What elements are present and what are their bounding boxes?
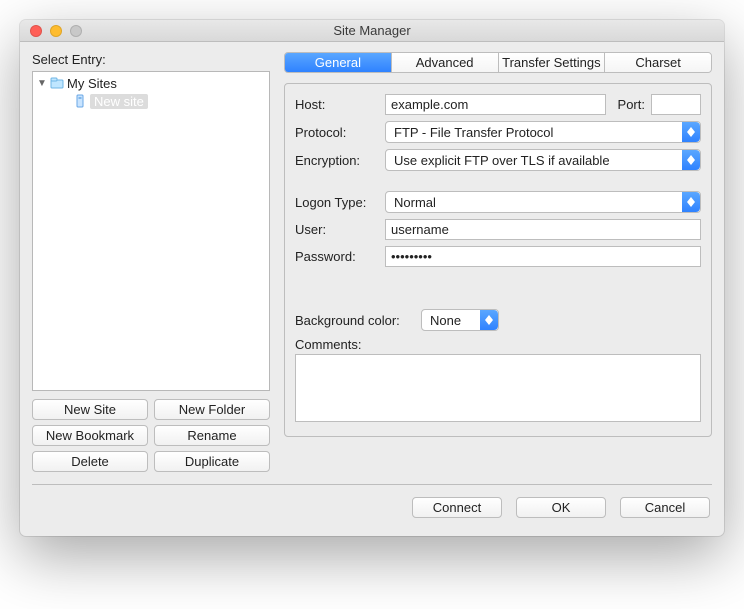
folder-icon — [50, 76, 64, 90]
logon-type-value: Normal — [394, 195, 436, 210]
content-area: Select Entry: ▼ My Sites New site — [20, 42, 724, 472]
host-label: Host: — [295, 97, 379, 112]
bgcolor-select[interactable]: None — [421, 309, 499, 331]
duplicate-button[interactable]: Duplicate — [154, 451, 270, 472]
delete-button[interactable]: Delete — [32, 451, 148, 472]
protocol-select[interactable]: FTP - File Transfer Protocol — [385, 121, 701, 143]
tab-advanced[interactable]: Advanced — [392, 53, 499, 72]
window-controls — [20, 25, 82, 37]
tab-charset[interactable]: Charset — [605, 53, 711, 72]
logon-type-label: Logon Type: — [295, 195, 379, 210]
connect-button[interactable]: Connect — [412, 497, 502, 518]
encryption-select[interactable]: Use explicit FTP over TLS if available — [385, 149, 701, 171]
close-icon[interactable] — [30, 25, 42, 37]
tree-root-label: My Sites — [67, 76, 117, 91]
port-label: Port: — [618, 97, 645, 112]
user-input[interactable] — [385, 219, 701, 240]
host-input[interactable] — [385, 94, 606, 115]
site-tree[interactable]: ▼ My Sites New site — [32, 71, 270, 391]
chevron-updown-icon — [480, 310, 498, 330]
password-input[interactable] — [385, 246, 701, 267]
ok-button[interactable]: OK — [516, 497, 606, 518]
minimize-icon[interactable] — [50, 25, 62, 37]
password-label: Password: — [295, 249, 379, 264]
site-manager-window: Site Manager Select Entry: ▼ My Sites Ne… — [20, 20, 724, 536]
tree-root-row[interactable]: ▼ My Sites — [33, 74, 269, 92]
select-entry-label: Select Entry: — [32, 52, 270, 67]
chevron-updown-icon — [682, 192, 700, 212]
new-folder-button[interactable]: New Folder — [154, 399, 270, 420]
new-site-button[interactable]: New Site — [32, 399, 148, 420]
encryption-value: Use explicit FTP over TLS if available — [394, 153, 610, 168]
port-input[interactable] — [651, 94, 701, 115]
zoom-icon[interactable] — [70, 25, 82, 37]
titlebar[interactable]: Site Manager — [20, 20, 724, 42]
rename-button[interactable]: Rename — [154, 425, 270, 446]
encryption-label: Encryption: — [295, 153, 379, 168]
chevron-updown-icon — [682, 122, 700, 142]
bgcolor-value: None — [430, 313, 461, 328]
comments-textarea[interactable] — [295, 354, 701, 422]
cancel-button[interactable]: Cancel — [620, 497, 710, 518]
tab-general[interactable]: General — [285, 53, 392, 72]
footer: Connect OK Cancel — [20, 485, 724, 536]
protocol-value: FTP - File Transfer Protocol — [394, 125, 553, 140]
user-label: User: — [295, 222, 379, 237]
tree-item-label: New site — [90, 94, 148, 109]
new-bookmark-button[interactable]: New Bookmark — [32, 425, 148, 446]
left-button-grid: New Site New Folder New Bookmark Rename … — [32, 399, 270, 472]
logon-type-select[interactable]: Normal — [385, 191, 701, 213]
protocol-label: Protocol: — [295, 125, 379, 140]
tab-bar: General Advanced Transfer Settings Chars… — [284, 52, 712, 73]
left-pane: Select Entry: ▼ My Sites New site — [32, 52, 270, 472]
bgcolor-label: Background color: — [295, 313, 415, 328]
window-title: Site Manager — [20, 23, 724, 38]
tab-transfer[interactable]: Transfer Settings — [499, 53, 606, 72]
right-pane: General Advanced Transfer Settings Chars… — [284, 52, 712, 472]
chevron-updown-icon — [682, 150, 700, 170]
disclosure-triangle-icon[interactable]: ▼ — [37, 78, 47, 88]
general-panel: Host: Port: Protocol: FTP - File Transfe… — [284, 83, 712, 437]
tree-item-selected[interactable]: New site — [33, 92, 269, 110]
comments-label: Comments: — [295, 337, 415, 352]
server-icon — [73, 94, 87, 108]
